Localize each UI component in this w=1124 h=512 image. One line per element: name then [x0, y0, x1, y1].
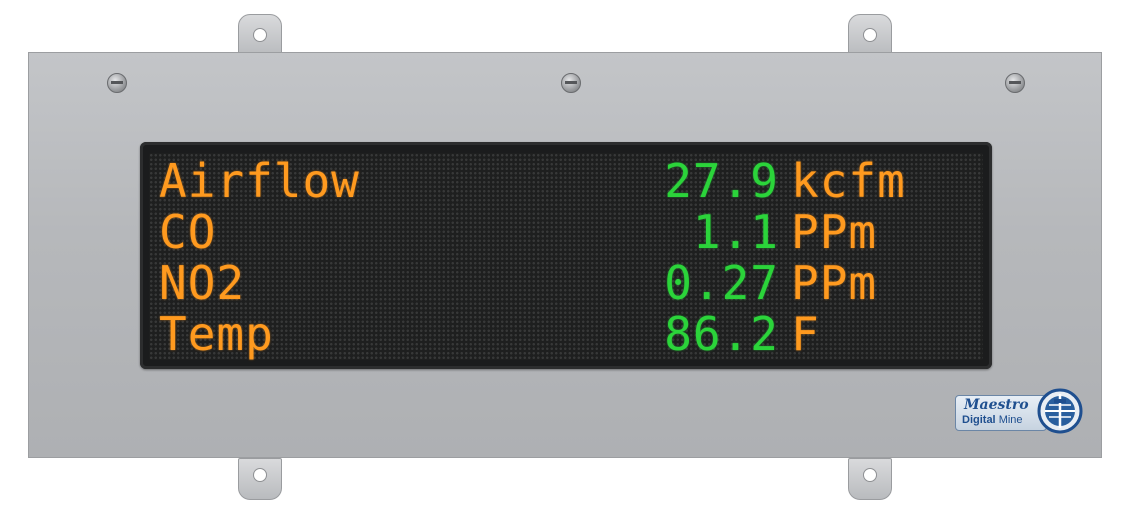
reading-unit: F	[791, 307, 820, 361]
reading-label: NO2	[159, 256, 246, 310]
sign-assembly: Airflow 27.9 kcfm CO 1.1 PPm NO2 0.27 PP…	[0, 0, 1124, 512]
led-screen: Airflow 27.9 kcfm CO 1.1 PPm NO2 0.27 PP…	[149, 153, 983, 360]
mounting-tab-bottom-right	[848, 458, 892, 500]
reading-label: Airflow	[159, 154, 360, 208]
mounting-tab-top-right	[848, 14, 892, 56]
maestro-logo-icon	[1037, 388, 1083, 434]
reading-row-airflow: Airflow 27.9 kcfm	[149, 155, 983, 207]
logo-sub-regular: Mine	[998, 414, 1023, 426]
reading-unit: PPm	[791, 256, 878, 310]
mounting-hole	[253, 468, 267, 482]
mounting-hole	[863, 468, 877, 482]
logo-name: Maestro	[964, 397, 1029, 413]
logo-sub-bold: Digital	[962, 414, 996, 426]
led-display-bezel: Airflow 27.9 kcfm CO 1.1 PPm NO2 0.27 PP…	[140, 142, 992, 369]
mounting-tab-top-left	[238, 14, 282, 56]
screw-icon	[1005, 73, 1025, 93]
screw-icon	[561, 73, 581, 93]
reading-row-no2: NO2 0.27 PPm	[149, 257, 983, 309]
reading-row-temp: Temp 86.2 F	[149, 308, 983, 360]
logo-subtitle: Digital Mine	[962, 414, 1023, 426]
reading-value: 86.2	[664, 307, 779, 361]
reading-value: 27.9	[664, 154, 779, 208]
reading-row-co: CO 1.1 PPm	[149, 206, 983, 258]
reading-label: CO	[159, 205, 217, 259]
reading-value: 1.1	[692, 205, 779, 259]
mounting-hole	[863, 28, 877, 42]
screw-icon	[107, 73, 127, 93]
logo-badge: Maestro Digital Mine	[955, 395, 1047, 431]
steel-plate: Airflow 27.9 kcfm CO 1.1 PPm NO2 0.27 PP…	[28, 52, 1102, 458]
mounting-tab-bottom-left	[238, 458, 282, 500]
reading-label: Temp	[159, 307, 274, 361]
mounting-hole	[253, 28, 267, 42]
reading-value: 0.27	[664, 256, 779, 310]
maestro-logo: Maestro Digital Mine	[955, 386, 1085, 438]
reading-unit: PPm	[791, 205, 878, 259]
reading-unit: kcfm	[791, 154, 906, 208]
